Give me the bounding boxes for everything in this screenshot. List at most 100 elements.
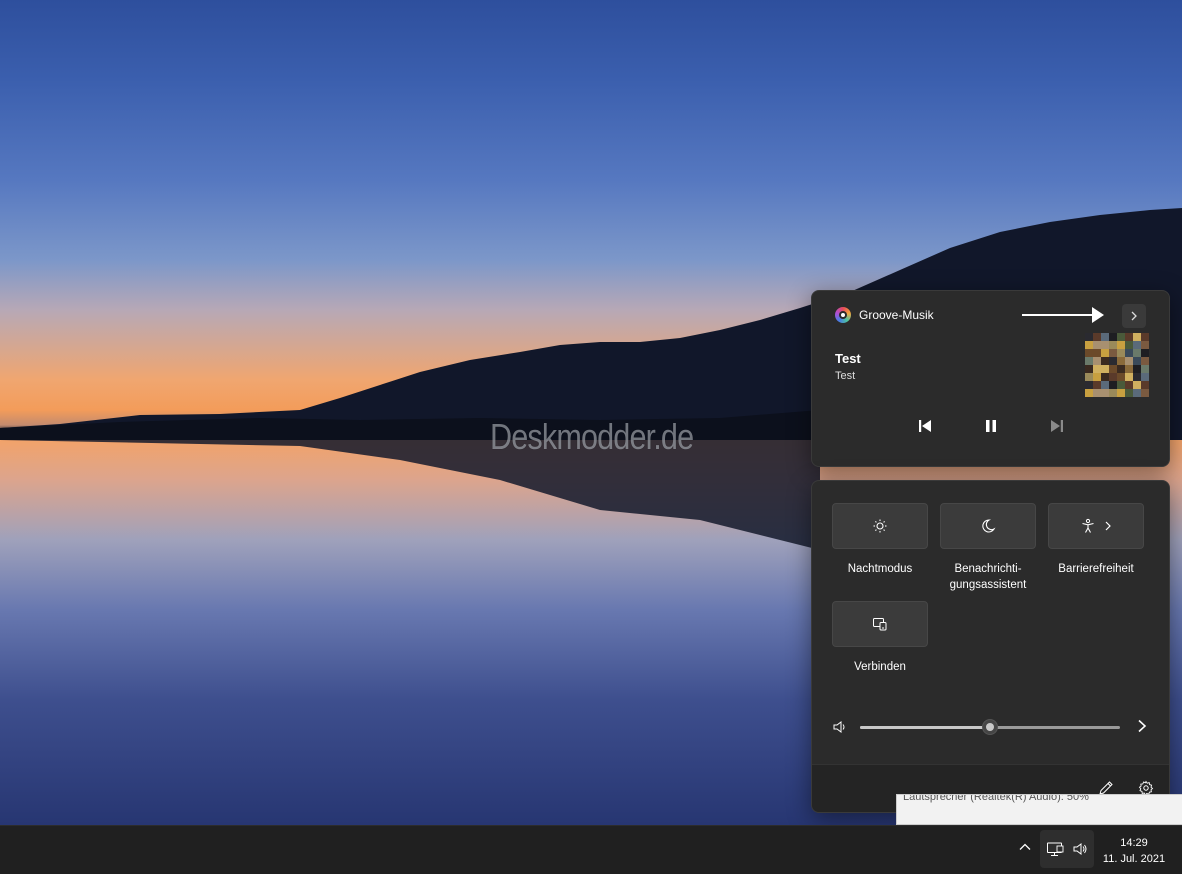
album-art-pixel <box>1133 373 1141 381</box>
moon-icon <box>982 519 996 533</box>
album-art <box>1085 333 1149 397</box>
album-art-pixel <box>1125 349 1133 357</box>
album-art-pixel <box>1101 389 1109 397</box>
album-art-pixel <box>1101 333 1109 341</box>
album-art-pixel <box>1093 365 1101 373</box>
media-flyout: Groove-Musik Test Test <box>811 290 1170 467</box>
tile-verbinden: Verbinden <box>832 601 928 675</box>
album-art-pixel <box>1125 381 1133 389</box>
tile-benachrichtigungsassistent: Benachrichti- gungsassistent <box>940 503 1036 593</box>
album-art-pixel <box>1109 389 1117 397</box>
album-art-pixel <box>1101 341 1109 349</box>
album-art-pixel <box>1133 389 1141 397</box>
album-art-pixel <box>1141 333 1149 341</box>
album-art-pixel <box>1109 349 1117 357</box>
album-art-pixel <box>1085 381 1093 389</box>
show-hidden-icons-button[interactable] <box>1018 840 1034 856</box>
album-art-pixel <box>1125 333 1133 341</box>
tile-nachtmodus: Nachtmodus <box>832 503 928 593</box>
clock-date: 11. Jul. 2021 <box>1102 853 1166 865</box>
benachrichtigungsassistent-toggle[interactable] <box>940 503 1036 549</box>
groove-music-icon <box>835 307 851 323</box>
album-art-pixel <box>1141 341 1149 349</box>
album-art-pixel <box>1109 357 1117 365</box>
album-art-pixel <box>1117 373 1125 381</box>
quick-settings-tray-button[interactable] <box>1040 830 1094 868</box>
pause-icon <box>985 420 996 432</box>
album-art-pixel <box>1117 365 1125 373</box>
album-art-pixel <box>1085 349 1093 357</box>
album-art-pixel <box>1133 349 1141 357</box>
media-app-header: Groove-Musik <box>835 307 934 323</box>
album-art-pixel <box>1117 389 1125 397</box>
album-art-pixel <box>1133 357 1141 365</box>
album-art-pixel <box>1101 381 1109 389</box>
nachtmodus-toggle[interactable] <box>832 503 928 549</box>
album-art-pixel <box>1125 357 1133 365</box>
album-art-pixel <box>1085 341 1093 349</box>
next-track-button[interactable] <box>1046 415 1068 437</box>
network-icon <box>1047 842 1064 856</box>
album-art-pixel <box>1141 349 1149 357</box>
chevron-up-icon <box>1019 843 1031 850</box>
album-art-pixel <box>1133 341 1141 349</box>
album-art-pixel <box>1117 341 1125 349</box>
album-art-pixel <box>1117 381 1125 389</box>
album-art-pixel <box>1109 333 1117 341</box>
play-pause-button[interactable] <box>980 415 1002 437</box>
quick-settings-panel: Nachtmodus Benachrichti- gungsassistent … <box>811 480 1170 813</box>
album-art-pixel <box>1109 341 1117 349</box>
album-art-pixel <box>1109 373 1117 381</box>
album-art-pixel <box>1085 373 1093 381</box>
album-art-pixel <box>1101 365 1109 373</box>
chevron-right-icon <box>1131 311 1137 321</box>
chevron-right-icon <box>1138 719 1147 733</box>
annotation-arrow-head <box>1092 307 1104 323</box>
album-art-pixel <box>1125 373 1133 381</box>
track-artist: Test <box>835 370 856 382</box>
speaker-icon[interactable] <box>832 719 848 735</box>
previous-track-button[interactable] <box>914 415 936 437</box>
album-art-pixel <box>1085 365 1093 373</box>
accessibility-icon <box>1082 518 1094 533</box>
track-title: Test <box>835 351 861 366</box>
quick-settings-tiles: Nachtmodus Benachrichti- gungsassistent … <box>832 503 1144 675</box>
volume-output-button[interactable] <box>1136 717 1148 737</box>
album-art-pixel <box>1141 365 1149 373</box>
media-app-name: Groove-Musik <box>859 308 934 322</box>
album-art-pixel <box>1085 389 1093 397</box>
verbinden-button[interactable] <box>832 601 928 647</box>
album-art-pixel <box>1117 349 1125 357</box>
album-art-pixel <box>1141 357 1149 365</box>
volume-slider[interactable] <box>860 719 1120 735</box>
volume-slider-fill <box>860 726 990 729</box>
media-expand-button[interactable] <box>1122 304 1146 328</box>
album-art-pixel <box>1141 389 1149 397</box>
album-art-pixel <box>1093 389 1101 397</box>
album-art-pixel <box>1133 365 1141 373</box>
tile-label: Benachrichti- gungsassistent <box>949 563 1027 591</box>
album-art-pixel <box>1093 373 1101 381</box>
cast-connect-icon <box>873 618 887 631</box>
volume-row <box>832 717 1149 737</box>
album-art-pixel <box>1117 333 1125 341</box>
album-art-pixel <box>1133 333 1141 341</box>
album-art-pixel <box>1101 373 1109 381</box>
skip-previous-icon <box>918 420 931 432</box>
clock-time: 14:29 <box>1120 837 1148 849</box>
tile-barrierefreiheit: Barrierefreiheit <box>1048 503 1144 593</box>
chevron-right-icon <box>1105 521 1111 531</box>
barrierefreiheit-button[interactable] <box>1048 503 1144 549</box>
tile-label: Barrierefreiheit <box>1058 563 1134 575</box>
tooltip-text: Lautsprecher (Realtek(R) Audio): 50% <box>903 794 1089 803</box>
taskbar: 14:29 11. Jul. 2021 <box>0 825 1182 874</box>
volume-slider-thumb[interactable] <box>982 719 998 735</box>
tile-label: Verbinden <box>854 661 906 673</box>
annotation-arrow-line <box>1022 314 1096 316</box>
album-art-pixel <box>1109 365 1117 373</box>
album-art-pixel <box>1093 341 1101 349</box>
album-art-pixel <box>1133 381 1141 389</box>
album-art-pixel <box>1141 381 1149 389</box>
album-art-pixel <box>1093 349 1101 357</box>
taskbar-clock[interactable]: 14:29 11. Jul. 2021 <box>1098 835 1170 867</box>
